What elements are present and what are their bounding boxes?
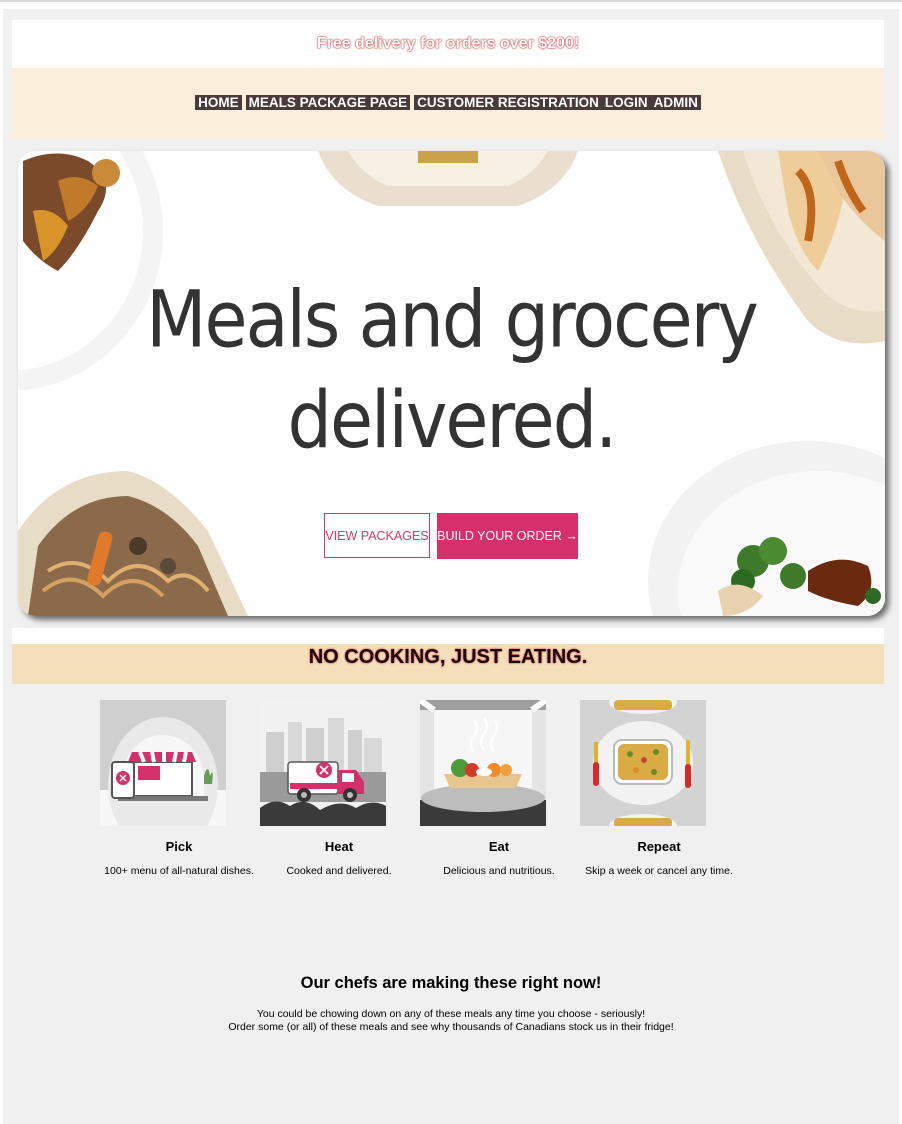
hero-title-line-1: Meals and grocery — [146, 273, 759, 366]
top-divider — [0, 0, 902, 2]
step-repeat-description: Skip a week or cancel any time. — [585, 865, 733, 877]
slogan-spacer — [12, 628, 884, 644]
step-heat-title: Heat — [324, 839, 354, 854]
repeat-illustration — [580, 700, 706, 826]
nav-customer-registration-link[interactable]: CUSTOMER REGISTRATION — [414, 95, 602, 110]
nav-login-link[interactable]: LOGIN — [601, 95, 651, 110]
hero-banner: Meals and grocery delivered. VIEW PACKAG… — [18, 151, 885, 616]
slogan-banner: NO COOKING, JUST EATING. — [12, 644, 884, 684]
slogan-text: NO COOKING, JUST EATING. — [308, 646, 588, 668]
build-your-order-button[interactable]: BUILD YOUR ORDER → — [437, 513, 578, 559]
hero-title-line-2: delivered. — [287, 374, 618, 467]
chefs-section-title: Our chefs are making these right now! — [300, 974, 602, 992]
main-navigation: HOME MEALS PACKAGE PAGE CUSTOMER REGISTR… — [12, 68, 884, 139]
heat-illustration — [260, 700, 386, 826]
page-container: Free delivery for orders over $200! HOME… — [3, 9, 899, 1124]
step-eat-title: Eat — [488, 839, 510, 854]
promo-banner: Free delivery for orders over $200! — [12, 20, 884, 68]
nav-home-link[interactable]: HOME — [195, 95, 242, 110]
chefs-description-line-2: Order some (or all) of these meals and s… — [228, 1021, 674, 1033]
step-eat-description: Delicious and nutritious. — [443, 865, 555, 877]
view-packages-button[interactable]: VIEW PACKAGES — [324, 513, 430, 558]
pick-illustration — [100, 700, 226, 826]
chefs-description-line-1: You could be chowing down on any of thes… — [256, 1008, 646, 1020]
step-heat-description: Cooked and delivered. — [286, 865, 392, 877]
hero-title: Meals and grocery delivered. — [18, 269, 885, 471]
eat-illustration — [420, 700, 546, 826]
nav-admin-link[interactable]: ADMIN — [650, 95, 701, 110]
step-repeat-title: Repeat — [637, 839, 681, 854]
nav-meals-package-link[interactable]: MEALS PACKAGE PAGE — [245, 95, 411, 110]
step-pick-description: 100+ menu of all-natural dishes. — [104, 865, 254, 877]
promo-text: Free delivery for orders over $200! — [316, 35, 580, 52]
step-pick-title: Pick — [165, 839, 193, 854]
